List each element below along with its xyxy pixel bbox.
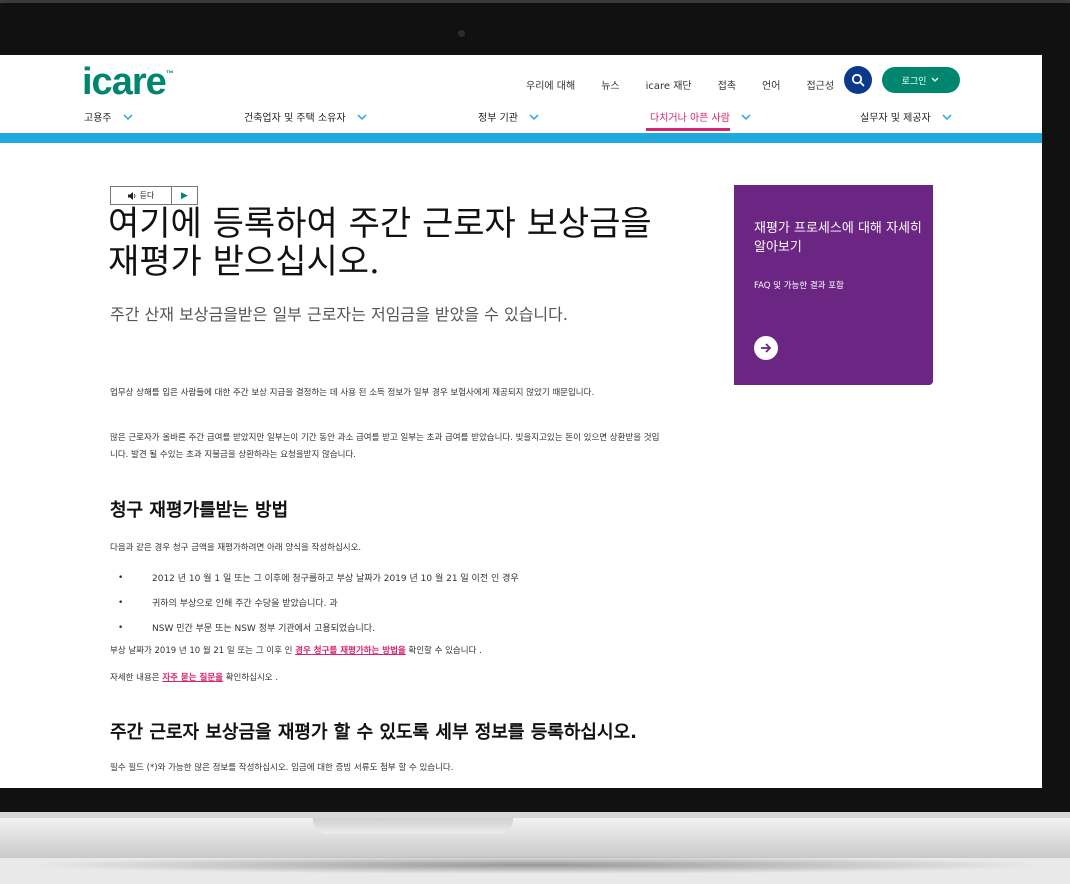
utility-link-about[interactable]: 우리에 대해 — [526, 77, 575, 92]
chevron-down-icon — [942, 113, 952, 120]
chevron-down-icon — [741, 113, 751, 120]
login-button[interactable]: 로그인 — [882, 67, 960, 93]
header-accent-bar — [0, 133, 1042, 143]
nav-item-injured[interactable]: 다치거나 아픈 사람 — [650, 109, 752, 124]
browser-screen: icare™ 우리에 대해 뉴스 icare 재단 접촉 언어 접근성 로그인 … — [0, 55, 1042, 788]
chevron-down-icon — [123, 113, 133, 120]
after-date-prefix: 부상 날짜가 2019 년 10 월 21 일 또는 그 이후 인 — [110, 646, 296, 656]
utility-nav: 우리에 대해 뉴스 icare 재단 접촉 언어 접근성 — [526, 77, 860, 92]
search-icon — [851, 73, 865, 87]
list-item: • NSW 민간 부문 또는 NSW 정부 기관에서 고용되었습니다. — [118, 622, 375, 635]
chevron-down-icon — [931, 77, 939, 82]
laptop-notch — [313, 818, 513, 834]
logo-text: icare — [82, 61, 167, 103]
main-nav: 고용주 건축업자 및 주택 소유자 정부 기관 다치거나 아픈 사람 실무자 및… — [0, 105, 1042, 135]
utility-link-foundation[interactable]: icare 재단 — [646, 77, 692, 92]
section-heading-register: 주간 근로자 보상금을 재평가 할 수 있도록 세부 정보를 등록하십시오. — [110, 722, 637, 743]
claims-intro: 다음과 같은 경우 청구 금액을 재평가하려면 아래 양식을 작성하십시오. — [110, 543, 362, 553]
logo-trademark: ™ — [165, 69, 174, 78]
page-subtitle: 주간 산재 보상금을받은 일부 근로자는 저임금을 받았을 수 있습니다. — [110, 305, 568, 324]
nav-item-label: 실무자 및 제공자 — [860, 113, 931, 124]
nav-item-label: 고용주 — [84, 113, 112, 124]
laptop-shadow — [20, 856, 1050, 874]
section-heading-claims: 청구 재평가를받는 방법 — [110, 500, 289, 521]
speaker-icon — [127, 191, 135, 200]
chevron-down-icon — [357, 113, 367, 120]
reassess-claims-link[interactable]: 경우 청구를 재평가하는 방법을 — [295, 646, 406, 656]
laptop-base — [0, 818, 1070, 858]
list-item-text: NSW 민간 부문 또는 NSW 정부 기관에서 고용되었습니다. — [152, 624, 375, 634]
nav-item-label: 건축업자 및 주택 소유자 — [244, 113, 346, 124]
faq-paragraph: 자세한 내용은 자주 묻는 질문을 확인하십시오 . — [110, 670, 665, 687]
icare-logo[interactable]: icare™ — [82, 61, 174, 104]
listen-label: 듣다 — [139, 191, 155, 200]
list-item: • 2012 년 10 월 1 일 또는 그 이후에 청구를하고 부상 날짜가 2… — [118, 572, 519, 585]
after-date-suffix: 확인할 수 있습니다 . — [405, 646, 482, 656]
readspeaker-widget: 듣다 ▶ — [110, 186, 198, 205]
list-item-text: 귀하의 부상으로 인해 주간 수당을 받았습니다. 과 — [152, 599, 338, 609]
utility-link-news[interactable]: 뉴스 — [601, 77, 619, 92]
after-date-paragraph: 부상 날짜가 2019 년 10 월 21 일 또는 그 이후 인 경우 청구를… — [110, 643, 665, 660]
nav-item-practitioners[interactable]: 실무자 및 제공자 — [860, 109, 953, 124]
nav-item-label: 정부 기관 — [478, 113, 518, 124]
list-item: • 귀하의 부상으로 인해 주간 수당을 받았습니다. 과 — [118, 597, 338, 610]
faq-link[interactable]: 자주 묻는 질문을 — [162, 673, 223, 683]
utility-link-contact[interactable]: 접촉 — [718, 77, 736, 92]
chevron-down-icon — [529, 113, 539, 120]
play-icon: ▶ — [181, 190, 188, 201]
intro-paragraph-2: 많은 근로자가 올바른 주간 급여를 받았지만 일부는이 기간 동안 과소 급여… — [110, 433, 660, 460]
eligibility-list: • 2012 년 10 월 1 일 또는 그 이후에 청구를하고 부상 날짜가 2… — [110, 565, 665, 640]
nav-item-label: 다치거나 아픈 사람 — [650, 113, 730, 124]
learn-more-card[interactable]: 재평가 프로세스에 대해 자세히 알아보기 FAQ 및 가능한 결과 포함 — [734, 185, 933, 385]
listen-button[interactable]: 듣다 — [111, 187, 172, 204]
faq-suffix: 확인하십시오 . — [223, 673, 279, 683]
camera-icon — [458, 30, 465, 37]
play-button[interactable]: ▶ — [172, 187, 197, 204]
required-note: 필수 필드 (*)와 가능한 많은 정보를 작성하십시오. 임금에 대한 증빙 … — [110, 763, 454, 773]
intro-paragraph-1: 업무상 상해를 입은 사람들에 대한 주간 보상 지급을 결정하는 데 사용 된… — [110, 388, 595, 398]
faq-prefix: 자세한 내용은 — [110, 673, 163, 683]
card-title: 재평가 프로세스에 대해 자세히 알아보기 — [754, 221, 922, 255]
active-nav-underline — [646, 128, 730, 131]
utility-link-language[interactable]: 언어 — [762, 77, 780, 92]
page-title: 여기에 등록하여 주간 근로자 보상금을 재평가 받으십시오. — [108, 204, 652, 282]
search-button[interactable] — [844, 66, 872, 94]
nav-item-government[interactable]: 정부 기관 — [478, 109, 540, 124]
card-arrow-button[interactable] — [754, 336, 778, 360]
card-subtitle: FAQ 및 가능한 결과 포함 — [754, 281, 844, 291]
nav-item-employers[interactable]: 고용주 — [84, 109, 134, 124]
utility-link-accessibility[interactable]: 접근성 — [806, 77, 834, 92]
arrow-right-icon — [761, 343, 772, 353]
login-label: 로그인 — [901, 76, 927, 87]
list-item-text: 2012 년 10 월 1 일 또는 그 이후에 청구를하고 부상 날짜가 20… — [152, 574, 519, 584]
nav-item-builders[interactable]: 건축업자 및 주택 소유자 — [244, 109, 368, 124]
